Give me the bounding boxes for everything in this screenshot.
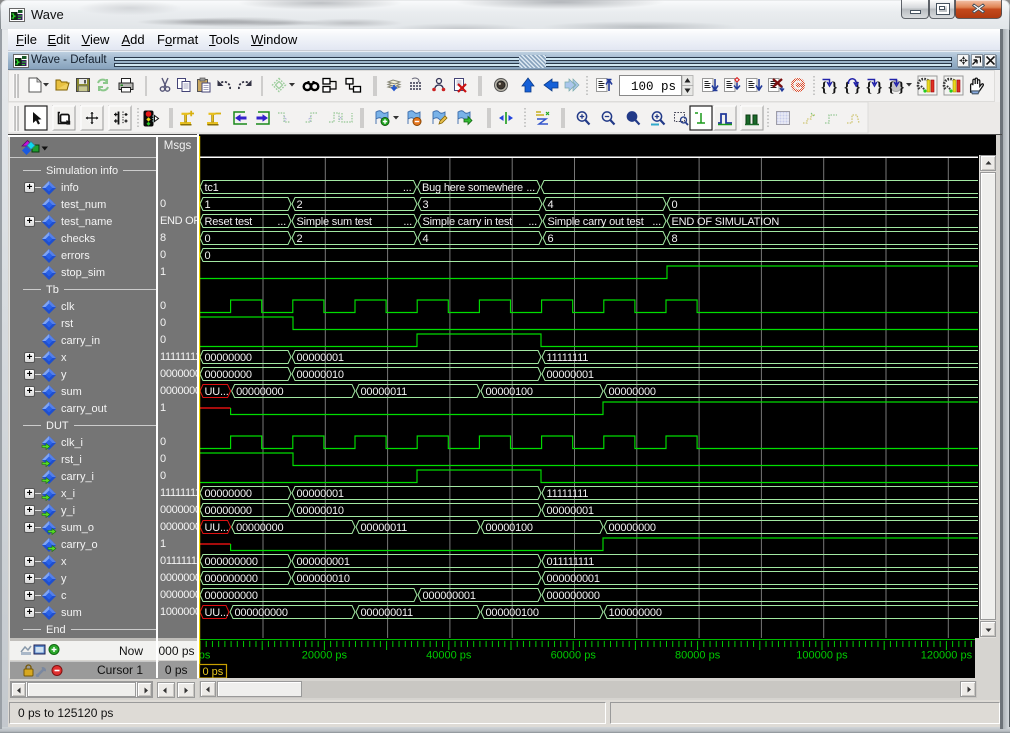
svg-text:100000 ps: 100000 ps (796, 650, 848, 662)
svg-text:00000000: 00000000 (205, 369, 252, 381)
svg-text:000000001: 000000001 (297, 556, 350, 568)
svg-text:...: ... (403, 216, 412, 228)
svg-text:Simple carry out test: Simple carry out test (548, 216, 644, 228)
svg-text:011111111: 011111111 (547, 556, 595, 568)
svg-text:00000000: 00000000 (236, 522, 283, 534)
svg-text:100 ps: 100 ps (631, 80, 676, 94)
svg-text:00000011: 00000011 (361, 522, 408, 534)
svg-text:...: ... (526, 182, 535, 194)
svg-text:80000 ps: 80000 ps (675, 650, 721, 662)
svg-text:120000 ps: 120000 ps (921, 650, 973, 662)
svg-text:...: ... (277, 216, 286, 228)
svg-text:000000001: 000000001 (547, 573, 600, 585)
svg-text:1: 1 (205, 199, 211, 211)
svg-text:00000000: 00000000 (205, 488, 252, 500)
svg-text:000000000: 000000000 (235, 607, 288, 619)
svg-text:00000001: 00000001 (547, 369, 594, 381)
svg-text:{: { (821, 80, 827, 96)
svg-text:3: 3 (423, 199, 429, 211)
svg-text:000000100: 000000100 (486, 607, 539, 619)
svg-text:00000000: 00000000 (205, 505, 252, 517)
svg-text:0 ps: 0 ps (203, 666, 224, 678)
svg-text:0: 0 (205, 233, 211, 245)
svg-text:00000001: 00000001 (547, 505, 594, 517)
svg-text:00000000: 00000000 (236, 386, 283, 398)
svg-text:UU...: UU... (205, 607, 229, 619)
svg-text:00000010: 00000010 (297, 369, 344, 381)
svg-text:0: 0 (205, 250, 211, 262)
svg-text:00000010: 00000010 (297, 505, 344, 517)
svg-text:{: { (866, 80, 872, 96)
svg-text:END OF SIMULATION: END OF SIMULATION (672, 216, 780, 228)
svg-text:000000000: 000000000 (205, 590, 258, 602)
svg-text:20000 ps: 20000 ps (302, 650, 348, 662)
svg-text:8: 8 (672, 233, 678, 245)
svg-text:000000001: 000000001 (423, 590, 476, 602)
svg-text:00000001: 00000001 (297, 352, 344, 364)
svg-text:Simple sum test: Simple sum test (297, 216, 372, 228)
svg-text:00000000: 00000000 (205, 352, 252, 364)
svg-text:00000000: 00000000 (609, 522, 656, 534)
svg-text:...: ... (403, 182, 412, 194)
svg-text:000000000: 000000000 (205, 573, 258, 585)
svg-text:00000001: 00000001 (297, 488, 344, 500)
svg-text:2: 2 (297, 233, 303, 245)
svg-text:4: 4 (548, 199, 554, 211)
svg-text:000000000: 000000000 (205, 556, 258, 568)
svg-text:tc1: tc1 (205, 182, 219, 194)
svg-text:Reset test: Reset test (205, 216, 253, 228)
svg-text:000000000: 000000000 (547, 590, 600, 602)
svg-text:2: 2 (297, 199, 303, 211)
svg-text:{: { (888, 80, 894, 96)
svg-text:00000011: 00000011 (361, 386, 408, 398)
svg-text:Simple carry in test: Simple carry in test (423, 216, 513, 228)
svg-text:...: ... (652, 216, 661, 228)
svg-text:000000011: 000000011 (361, 607, 414, 619)
svg-text:000000010: 000000010 (297, 573, 350, 585)
svg-text:11111111: 11111111 (547, 352, 589, 364)
svg-text:6: 6 (548, 233, 554, 245)
svg-text:11111111: 11111111 (547, 488, 589, 500)
svg-text:00000100: 00000100 (486, 386, 533, 398)
svg-text:...: ... (528, 216, 537, 228)
svg-text:00000100: 00000100 (486, 522, 533, 534)
svg-text:100000000: 100000000 (609, 607, 662, 619)
svg-text:0: 0 (672, 199, 678, 211)
svg-text:4: 4 (423, 233, 429, 245)
svg-text:40000 ps: 40000 ps (426, 650, 472, 662)
svg-text:UU...: UU... (205, 522, 229, 534)
svg-text:Bug here somewhere: Bug here somewhere (422, 182, 523, 194)
svg-text:UU...: UU... (205, 386, 229, 398)
svg-text:60000 ps: 60000 ps (551, 650, 597, 662)
svg-text:00000000: 00000000 (609, 386, 656, 398)
